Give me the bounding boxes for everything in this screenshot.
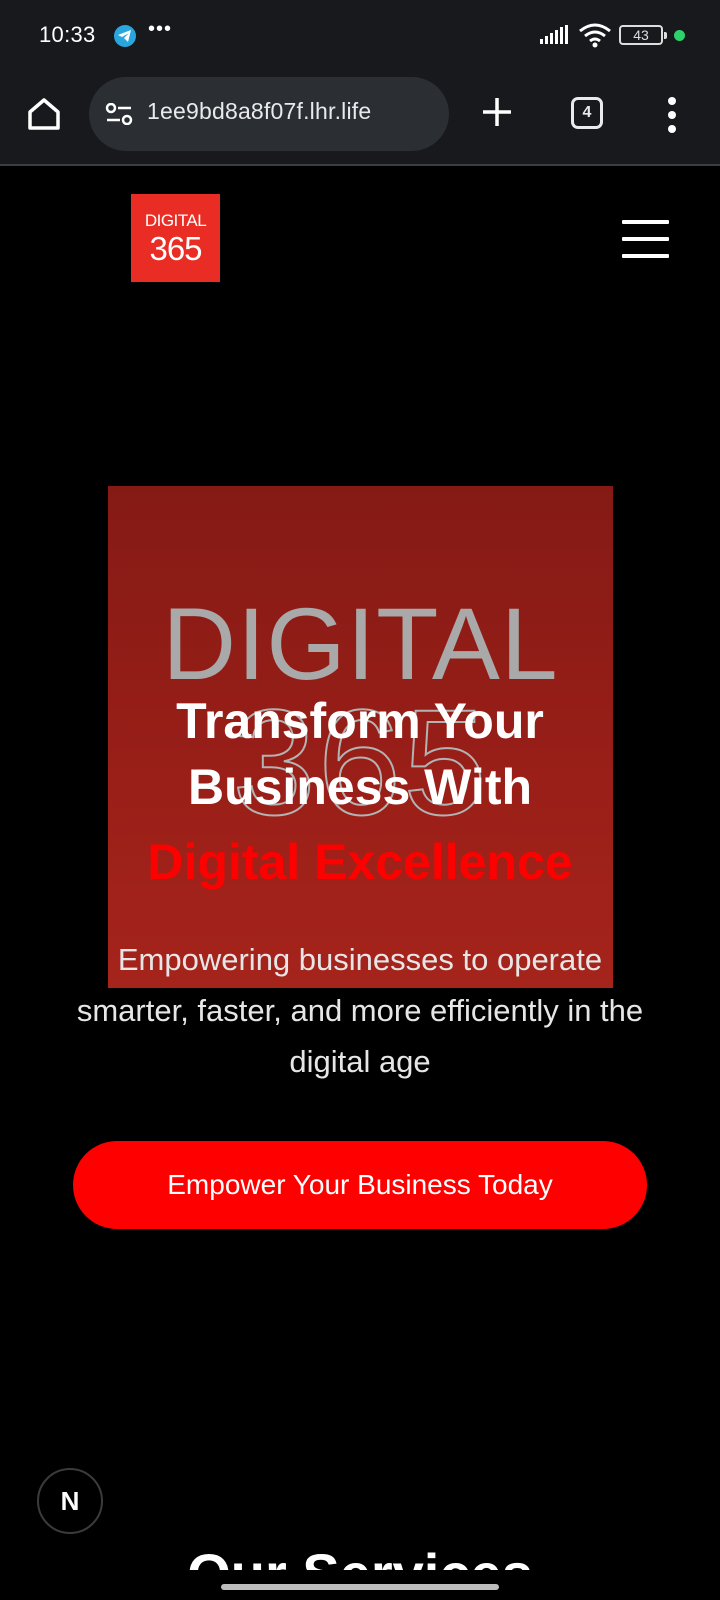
site-logo[interactable]: DIGITAL 365 — [131, 194, 220, 282]
hero-subtitle: Empowering businesses to operate smarter… — [76, 942, 644, 1079]
logo-text-digital: DIGITAL — [144, 211, 207, 230]
site-settings-icon[interactable] — [105, 103, 133, 125]
hero-title-line2: Business With — [187, 759, 533, 815]
browser-menu-button[interactable] — [662, 93, 682, 137]
new-tab-button[interactable] — [477, 92, 517, 132]
battery-icon: 43 — [619, 25, 667, 45]
telegram-icon — [114, 25, 136, 47]
empower-business-button[interactable]: Empower Your Business Today — [73, 1141, 647, 1229]
status-bar: 10:33 ••• 43 — [0, 0, 720, 70]
hero-title: Transform Your Business With — [0, 688, 720, 820]
hero-title-line1: Transform Your — [176, 693, 544, 749]
browser-toolbar: 1ee9bd8a8f07f.lhr.life 4 — [0, 70, 720, 166]
gesture-navigation-bar — [0, 1570, 720, 1600]
privacy-indicator-dot — [674, 30, 685, 41]
hero-title-accent: Digital Excellence — [147, 834, 573, 890]
logo-text-365: 365 — [149, 230, 202, 267]
wifi-icon — [579, 23, 611, 48]
status-time: 10:33 — [39, 22, 96, 47]
tab-switcher-button[interactable]: 4 — [571, 97, 603, 129]
gesture-handle[interactable] — [221, 1584, 499, 1590]
url-text[interactable]: 1ee9bd8a8f07f.lhr.life — [147, 98, 371, 125]
hamburger-menu-icon[interactable] — [622, 220, 669, 258]
signal-icon — [540, 25, 568, 44]
status-more-icon: ••• — [148, 18, 173, 40]
nextjs-dev-badge[interactable]: N — [37, 1468, 103, 1534]
address-bar[interactable]: 1ee9bd8a8f07f.lhr.life — [89, 77, 449, 151]
home-button[interactable] — [22, 92, 66, 136]
battery-level: 43 — [633, 27, 649, 43]
